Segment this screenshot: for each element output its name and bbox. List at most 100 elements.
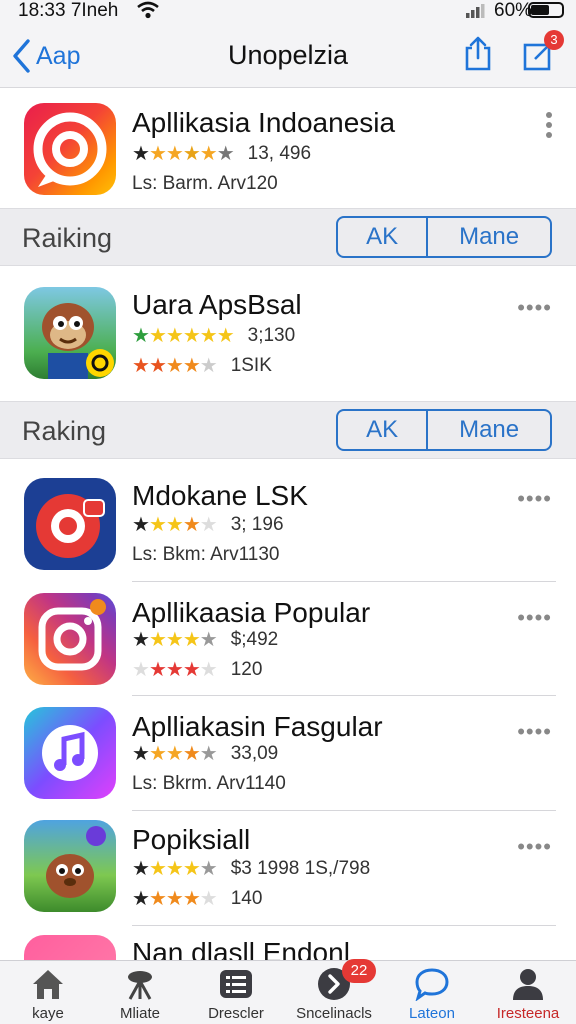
list-item[interactable]: Apllikasia Indoanesia ★ ★ ★ ★ ★ ★ 13, 496 Ls:…	[0, 89, 576, 207]
tab-label: kaye	[32, 1005, 64, 1022]
tab-bar: kaye Mliate Drescler 22 Sncelinacls Late…	[0, 959, 576, 1024]
list-item[interactable]: Apllikaasia Popular ★ ★ ★ ★ ★ $;492 ★ ★ ★ ★ ★ 12…	[0, 583, 576, 696]
rating-stars: ★ ★ ★ ★ ★	[132, 514, 218, 536]
section-title: Raiking	[22, 223, 113, 253]
row-divider	[132, 925, 556, 926]
app-name: Uara ApsBsal	[132, 289, 302, 320]
section-title: Raking	[22, 416, 107, 446]
more-horizontal-icon[interactable]: ••••	[517, 486, 552, 512]
rating-count: 3; 196	[230, 514, 284, 535]
row-divider	[132, 581, 556, 582]
red-ring-icon	[24, 478, 116, 570]
list-item[interactable]: Aplliakasin Fasgular ★ ★ ★ ★ ★ 33,09 Ls: Bkr…	[0, 697, 576, 811]
brown-creature-icon	[24, 820, 116, 912]
share-icon[interactable]	[462, 36, 494, 72]
tab-iresteena[interactable]: Iresteena	[480, 961, 576, 1024]
pink-app-icon	[24, 935, 116, 960]
app-rating: ★ ★ ★ ★ ★ $3 1998 1S,/798	[132, 858, 370, 880]
segment-mane[interactable]: Mane	[426, 411, 550, 449]
tab-label: Drescler	[208, 1005, 264, 1022]
more-horizontal-icon[interactable]: ••••	[517, 605, 552, 631]
chat-bubble-icon	[415, 968, 449, 1001]
more-vertical-icon[interactable]	[544, 111, 554, 139]
navigation-bar: Aap Unopelzia 3	[0, 24, 576, 88]
list-item[interactable]: Uara ApsBsal ★ ★ ★ ★ ★ ★ 3;130 ★ ★ ★ ★ ★ 1SIK •••…	[0, 267, 576, 400]
app-name: Popiksiall	[132, 824, 251, 855]
app-meta: Ls: Bkrm. Arv1140	[132, 773, 286, 794]
app-name: Apllikasia Indoanesia	[132, 107, 396, 138]
app-meta: 1SIK	[230, 355, 272, 376]
tab-drescler[interactable]: Drescler	[188, 961, 284, 1024]
more-horizontal-icon[interactable]: ••••	[517, 719, 552, 745]
app-rating: ★ ★ ★ ★ ★ 3; 196	[132, 514, 284, 536]
tab-label: Iresteena	[496, 1005, 560, 1022]
app-name: Aplliakasin Fasgular	[132, 711, 383, 742]
segment-ak[interactable]: AK	[338, 411, 426, 449]
list-item[interactable]: Nan dlasll Endonl	[0, 927, 576, 960]
rating-stars: ★ ★ ★ ★ ★	[132, 858, 218, 880]
app-name: Apllikaasia Popular	[132, 597, 371, 628]
section-header: Raking AK Mane	[0, 401, 576, 459]
notification-badge: 3	[544, 30, 564, 50]
app-rating-secondary: ★ ★ ★ ★ ★ 140	[132, 888, 262, 910]
signal-icon	[466, 4, 485, 18]
row-divider	[132, 695, 556, 696]
app-rating: ★ ★ ★ ★ ★ ★ 13, 496	[132, 143, 311, 165]
rating-stars: ★ ★ ★ ★ ★	[132, 888, 218, 910]
tools-icon	[128, 971, 152, 1000]
app-name: Mdokane LSK	[132, 480, 308, 511]
rating-stars: ★ ★ ★ ★ ★	[132, 659, 218, 681]
instagram-style-camera-icon	[24, 593, 116, 685]
segmented-control: AK Mane	[336, 409, 552, 451]
rating-stars: ★ ★ ★ ★ ★ ★	[132, 143, 235, 165]
cartoon-character-icon	[24, 287, 116, 379]
tab-sncelinacls[interactable]: 22 Sncelinacls	[286, 959, 382, 1024]
battery-percent: 60%	[494, 0, 533, 21]
app-name: Nan dlasll Endonl	[132, 937, 350, 960]
rating-count: $;492	[230, 629, 279, 650]
list-item[interactable]: Mdokane LSK ★ ★ ★ ★ ★ 3; 196 Ls: Bkm: Arv113…	[0, 460, 576, 582]
more-horizontal-icon[interactable]: ••••	[517, 834, 552, 860]
home-icon	[33, 970, 63, 999]
music-note-icon	[24, 707, 116, 799]
tab-kaye[interactable]: kaye	[0, 961, 96, 1024]
more-horizontal-icon[interactable]: ••••	[517, 295, 552, 321]
tab-label: Lateon	[409, 1005, 455, 1022]
tab-lateon[interactable]: Lateon	[384, 961, 480, 1024]
tab-label: Sncelinacls	[296, 1005, 372, 1022]
rating-count: 3;130	[247, 325, 296, 346]
rating-count: 13, 496	[247, 143, 312, 164]
app-rating: ★ ★ ★ ★ ★ ★ 3;130	[132, 325, 295, 347]
app-rating-secondary: ★ ★ ★ ★ ★ 120	[132, 659, 262, 681]
list-icon	[220, 970, 252, 998]
rating-count: $3 1998 1S,/798	[230, 858, 371, 879]
app-meta: Ls: Barm. Arv120	[132, 173, 278, 194]
status-bar: 18:33 7Ineh 60%	[0, 0, 576, 24]
app-meta: Ls: Bkm: Arv1130	[132, 544, 280, 565]
segmented-control: AK Mane	[336, 216, 552, 258]
segment-ak[interactable]: AK	[338, 218, 426, 256]
list-item[interactable]: Popiksiall ★ ★ ★ ★ ★ $3 1998 1S,/798 ★ ★ ★ ★ ★ 1…	[0, 812, 576, 926]
tab-badge: 22	[342, 959, 376, 983]
section-header: Raiking AK Mane	[0, 208, 576, 266]
tab-label: Mliate	[119, 1005, 160, 1022]
app-meta: 140	[230, 888, 263, 909]
wifi-icon	[137, 1, 159, 19]
compose-button[interactable]: 3	[522, 30, 564, 72]
battery-icon	[528, 2, 564, 18]
red-camera-circle-icon	[24, 103, 116, 195]
app-rating: ★ ★ ★ ★ ★ 33,09	[132, 743, 278, 765]
rating-count: 33,09	[230, 743, 279, 764]
app-rating-secondary: ★ ★ ★ ★ ★ 1SIK	[132, 355, 272, 377]
person-icon	[513, 969, 543, 1000]
segment-mane[interactable]: Mane	[426, 218, 550, 256]
status-time: 18:33 7Ineh	[18, 0, 119, 21]
row-divider	[132, 810, 556, 811]
rating-stars: ★ ★ ★ ★ ★ ★	[132, 325, 235, 347]
app-rating: ★ ★ ★ ★ ★ $;492	[132, 629, 278, 651]
rating-stars: ★ ★ ★ ★ ★	[132, 743, 218, 765]
rating-stars: ★ ★ ★ ★ ★	[132, 355, 218, 377]
app-meta: 120	[230, 659, 263, 680]
rating-stars: ★ ★ ★ ★ ★	[132, 629, 218, 651]
tab-mliate[interactable]: Mliate	[92, 961, 188, 1024]
